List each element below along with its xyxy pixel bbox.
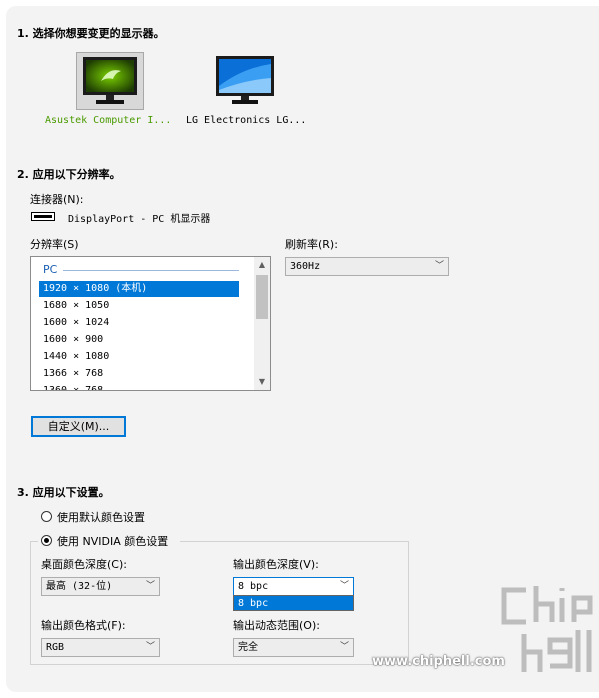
connector-label: 连接器(N): (30, 193, 84, 206)
customize-button[interactable]: 自定义(M)... (31, 416, 126, 437)
resolution-listbox[interactable]: PC 1920 × 1080 (本机) 1680 × 1050 1600 × 1… (30, 256, 271, 391)
output-format-dropdown[interactable]: RGB ﹀ (41, 638, 160, 657)
output-depth-option[interactable]: 8 bpc (233, 595, 354, 611)
output-format-label: 输出颜色格式(F): (41, 619, 126, 632)
resolution-label: 分辨率(S) (30, 238, 79, 251)
monitor-tile-lg[interactable] (212, 52, 278, 108)
refresh-rate-dropdown[interactable]: 360Hz ﹀ (285, 257, 449, 276)
output-depth-label: 输出颜色深度(V): (233, 558, 319, 571)
watermark-url: www.chiphell.com (372, 654, 505, 669)
displayport-icon (31, 211, 55, 224)
output-depth-dropdown[interactable]: 8 bpc ﹀ (233, 577, 354, 596)
resolution-option[interactable]: 1360 × 768 (39, 383, 239, 390)
dynamic-range-dropdown[interactable]: 完全 ﹀ (233, 638, 354, 657)
resolution-option[interactable]: 1600 × 1024 (39, 315, 239, 331)
dynamic-range-label: 输出动态范围(O): (233, 619, 320, 632)
monitor-caption-lg[interactable]: LG Electronics LG... (186, 115, 306, 126)
monitor-caption-asustek[interactable]: Asustek Computer I... (45, 115, 171, 126)
chevron-down-icon: ﹀ (145, 581, 155, 591)
refresh-rate-value: 360Hz (290, 261, 321, 272)
resolution-option[interactable]: 1600 × 900 (39, 332, 239, 348)
connector-value: DisplayPort - PC 机显示器 (68, 214, 211, 225)
radio-default-colors[interactable] (41, 511, 52, 522)
chevron-down-icon: ﹀ (145, 642, 155, 652)
list-group-pc: PC (43, 263, 58, 276)
nvidia-monitor-icon (83, 57, 137, 104)
output-format-value: RGB (46, 642, 65, 653)
desktop-depth-dropdown[interactable]: 最高 (32-位) ﹀ (41, 577, 160, 596)
scroll-up-icon[interactable]: ▲ (254, 257, 270, 273)
resolution-option[interactable]: 1920 × 1080 (本机) (39, 281, 239, 297)
listbox-scrollbar[interactable]: ▲ ▼ (254, 257, 270, 390)
section2-heading: 2. 应用以下分辨率。 (17, 168, 121, 181)
list-group-divider (63, 270, 239, 271)
section1-heading: 1. 选择你想要变更的显示器。 (17, 27, 165, 40)
dynamic-range-value: 完全 (238, 642, 258, 653)
output-depth-value: 8 bpc (238, 581, 269, 592)
scroll-down-icon[interactable]: ▼ (254, 374, 270, 390)
chiphell-logo-watermark (496, 582, 596, 685)
refresh-rate-label: 刷新率(R): (285, 238, 338, 251)
chevron-down-icon: ﹀ (339, 581, 349, 591)
scrollbar-thumb[interactable] (256, 275, 268, 319)
radio-nvidia-colors-label[interactable]: 使用 NVIDIA 颜色设置 (57, 533, 168, 549)
desktop-depth-label: 桌面颜色深度(C): (41, 558, 127, 571)
windows-monitor-icon (216, 56, 274, 104)
monitor-tile-asustek[interactable] (76, 52, 144, 110)
resolution-option[interactable]: 1366 × 768 (39, 366, 239, 382)
chevron-down-icon: ﹀ (339, 642, 349, 652)
radio-default-colors-label[interactable]: 使用默认颜色设置 (57, 509, 145, 525)
radio-nvidia-colors[interactable] (41, 535, 52, 546)
section3-heading: 3. 应用以下设置。 (17, 486, 110, 499)
desktop-depth-value: 最高 (32-位) (46, 581, 113, 592)
chevron-down-icon: ﹀ (434, 261, 444, 271)
resolution-option[interactable]: 1680 × 1050 (39, 298, 239, 314)
resolution-option[interactable]: 1440 × 1080 (39, 349, 239, 365)
